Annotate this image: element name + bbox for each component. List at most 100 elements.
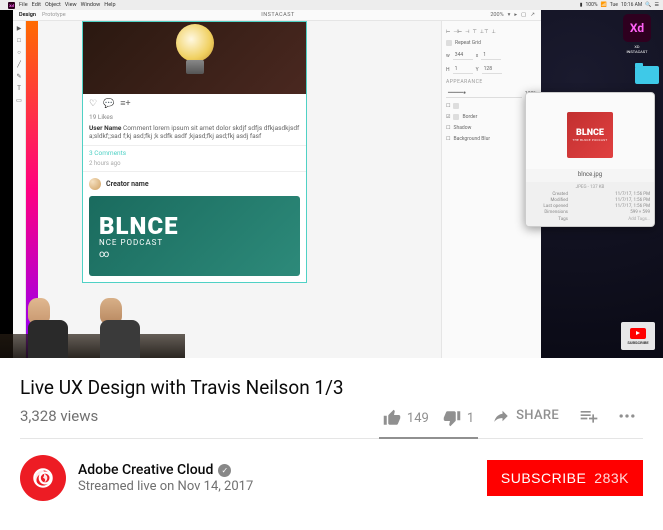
y-field[interactable]: 128 xyxy=(482,65,502,74)
xd-app-icon: Xd xyxy=(8,2,15,9)
heart-icon[interactable]: ♡ xyxy=(89,99,97,109)
shadow-label: Shadow xyxy=(453,125,471,131)
align-center-icon[interactable]: ⊣⊢ xyxy=(453,29,462,35)
video-info-section: Live UX Design with Travis Neilson 1/3 3… xyxy=(0,358,663,439)
wifi-icon: 📶 xyxy=(601,2,607,8)
border-swatch[interactable] xyxy=(453,114,459,120)
battery-icon: ▮ xyxy=(580,2,583,8)
macos-menubar: Xd File Edit Object View Window Help ▮ 1… xyxy=(0,0,663,10)
finder-metadata: JPEG - 137 KB Created11/7/17, 1:56 PM Mo… xyxy=(526,182,654,226)
text-tool[interactable]: T xyxy=(16,85,23,92)
creator-avatar xyxy=(89,178,101,190)
youtube-icon xyxy=(630,328,646,339)
more-horizontal-icon xyxy=(617,406,637,426)
webcam-overlay xyxy=(0,268,180,358)
blnce-subtitle: NCE PODCAST xyxy=(99,238,300,247)
share-icon[interactable]: ↗ xyxy=(530,12,535,18)
desktop-background: Xd XD INSTACAST BLNCE THE BLNCE PODCAST … xyxy=(541,10,663,358)
battery-percent: 100% xyxy=(585,2,597,8)
align-right-icon[interactable]: ⊣ xyxy=(465,29,469,35)
play-icon[interactable]: ▸ xyxy=(514,12,517,18)
finder-preview-panel[interactable]: BLNCE THE BLNCE PODCAST blnce.jpg JPEG -… xyxy=(525,92,655,227)
creative-cloud-icon xyxy=(30,465,56,491)
playlist-add-icon xyxy=(579,406,599,426)
share-button[interactable]: SHARE xyxy=(484,407,567,425)
menubar-time: 10:16 AM xyxy=(621,2,642,8)
comment-icon[interactable]: 💬 xyxy=(103,99,114,109)
document-title: INSTACAST xyxy=(261,12,295,18)
likes-count: 19 Likes xyxy=(83,113,306,124)
search-icon[interactable]: 🔍 xyxy=(645,2,651,8)
add-icon[interactable]: ≡+ xyxy=(120,98,130,109)
post-caption: User Name Comment lorem ipsum sit amet d… xyxy=(83,124,306,145)
repeat-grid-label: Repeat Grid xyxy=(455,40,481,46)
xd-window-header: Design Prototype INSTACAST 200% ▾ ▸ ▢ ↗ xyxy=(13,10,541,21)
creator-name: Creator name xyxy=(106,180,149,188)
repeat-grid-icon[interactable] xyxy=(446,40,452,46)
height-field[interactable]: 1 xyxy=(453,65,473,74)
video-player[interactable]: Xd File Edit Object View Window Help ▮ 1… xyxy=(0,0,663,358)
ellipse-tool[interactable]: ○ xyxy=(16,49,23,56)
align-top-icon[interactable]: ⊤ xyxy=(472,29,476,35)
tab-prototype[interactable]: Prototype xyxy=(42,12,66,18)
lightbulb-icon xyxy=(170,24,220,89)
folder-icon[interactable] xyxy=(635,66,659,84)
line-tool[interactable]: ╱ xyxy=(16,61,23,68)
align-middle-icon[interactable]: ⊥⊤ xyxy=(480,29,489,35)
chevron-down-icon[interactable]: ▾ xyxy=(508,12,511,18)
youtube-subscribe-corner[interactable]: SUBSCRIBE xyxy=(621,322,655,350)
infinity-icon: ∞ xyxy=(99,249,300,260)
thumbs-up-icon xyxy=(383,409,401,427)
x-field[interactable]: 1 xyxy=(481,51,501,60)
select-tool[interactable]: ▶ xyxy=(16,25,23,32)
menu-icon[interactable]: ☰ xyxy=(655,2,659,8)
border-label: Border xyxy=(462,114,477,120)
align-bottom-icon[interactable]: ⊥ xyxy=(492,29,496,35)
save-button[interactable] xyxy=(573,406,605,426)
post-time: 2 hours ago xyxy=(83,160,306,171)
tab-design[interactable]: Design xyxy=(19,12,36,18)
menu-object[interactable]: Object xyxy=(45,2,61,8)
share-icon xyxy=(492,407,510,425)
menu-file[interactable]: File xyxy=(19,2,28,8)
blnce-title: BLNCE xyxy=(99,212,300,240)
rectangle-tool[interactable]: □ xyxy=(16,37,23,44)
zoom-level[interactable]: 200% xyxy=(490,12,503,18)
creator-row: Creator name xyxy=(83,171,306,196)
fill-swatch[interactable] xyxy=(453,103,459,109)
channel-row: Adobe Creative Cloud ✓ Streamed live on … xyxy=(0,439,663,517)
blnce-card: BLNCE NCE PODCAST ∞ xyxy=(89,196,300,276)
menu-window[interactable]: Window xyxy=(81,2,101,8)
opacity-slider[interactable]: ━━━━━● xyxy=(446,89,522,98)
post-actions: ♡ 💬 ≡+ xyxy=(83,94,306,113)
subscribe-overlay-label: SUBSCRIBE xyxy=(627,340,648,345)
xd-app-badge: Xd xyxy=(623,14,651,42)
width-field[interactable]: 344 xyxy=(453,51,473,60)
pen-tool[interactable]: ✎ xyxy=(16,73,23,80)
appearance-section: APPEARANCE xyxy=(446,79,537,85)
align-left-icon[interactable]: ⊢ xyxy=(446,29,450,35)
menu-edit[interactable]: Edit xyxy=(32,2,41,8)
artboard-tool[interactable]: ▭ xyxy=(16,97,23,104)
menu-view[interactable]: View xyxy=(65,2,77,8)
artboard-post[interactable]: ♡ 💬 ≡+ 19 Likes User Name Comment lorem … xyxy=(82,21,307,283)
verified-icon: ✓ xyxy=(218,464,231,477)
thumbs-down-icon xyxy=(443,409,461,427)
more-button[interactable] xyxy=(611,406,643,426)
video-title: Live UX Design with Travis Neilson 1/3 xyxy=(20,376,643,399)
bgblur-label: Background Blur xyxy=(453,136,490,142)
finder-filename: blnce.jpg xyxy=(526,169,654,182)
like-button[interactable]: 149 xyxy=(383,409,429,427)
channel-name[interactable]: Adobe Creative Cloud xyxy=(78,462,213,478)
stream-date: Streamed live on Nov 14, 2017 xyxy=(78,479,475,494)
menubar-day: Tue xyxy=(610,2,618,8)
video-actions: 149 1 SHARE xyxy=(379,403,643,428)
finder-thumbnail: BLNCE THE BLNCE PODCAST xyxy=(526,93,654,169)
channel-avatar[interactable] xyxy=(20,455,66,501)
menu-help[interactable]: Help xyxy=(104,2,115,8)
subscribe-button[interactable]: SUBSCRIBE 283K xyxy=(487,460,643,496)
device-icon[interactable]: ▢ xyxy=(521,12,526,18)
xd-badge-caption: XD INSTACAST xyxy=(623,44,651,54)
dislike-button[interactable]: 1 xyxy=(443,409,474,427)
comments-link[interactable]: 3 Comments xyxy=(83,145,306,160)
